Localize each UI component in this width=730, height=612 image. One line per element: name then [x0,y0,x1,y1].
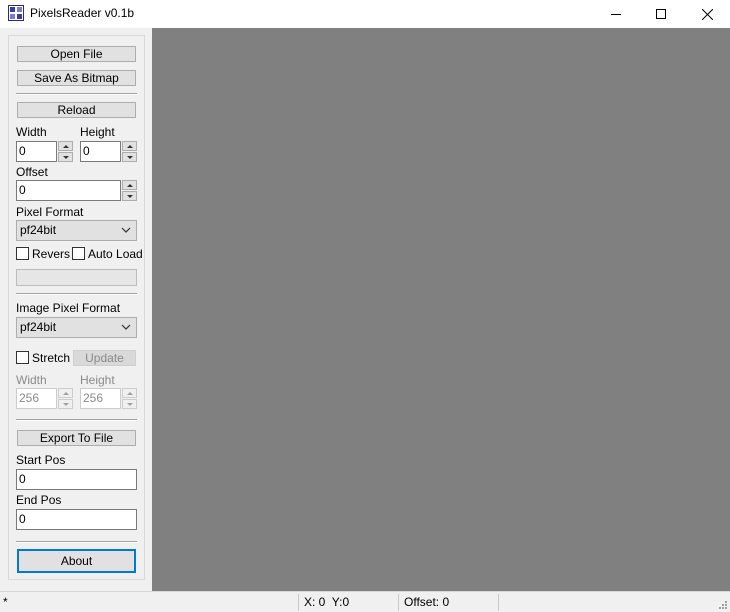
offset-spinner[interactable] [122,180,137,201]
width-spinner[interactable] [58,141,73,162]
image-pixel-format-value: pf24bit [20,320,57,334]
app-grid-icon [8,5,24,21]
window-title: PixelsReader v0.1b [30,6,135,20]
spin-up-icon[interactable] [122,180,137,190]
status-divider [398,594,399,611]
status-divider [498,594,499,611]
spin-up-icon[interactable] [122,388,137,398]
minimize-button[interactable] [593,0,639,28]
spin-down-icon[interactable] [58,399,73,409]
image-pixel-format-label: Image Pixel Format [16,301,121,315]
spin-up-icon[interactable] [58,141,73,151]
height-label: Height [80,125,115,139]
spin-up-icon[interactable] [58,388,73,398]
title-bar: PixelsReader v0.1b [0,0,730,28]
divider [16,419,137,421]
minimize-icon [611,14,621,15]
status-offset: Offset: 0 [404,595,450,609]
spin-up-icon[interactable] [122,141,137,151]
spin-down-icon[interactable] [122,191,137,201]
status-coords: X: 0 Y:0 [304,595,350,609]
spin-down-icon[interactable] [58,152,73,162]
start-pos-label: Start Pos [16,453,66,467]
progress-bar [16,269,137,286]
pixel-format-select[interactable]: pf24bit [16,220,137,241]
image-height-input[interactable]: 256 [80,388,121,409]
image-width-label: Width [16,373,47,387]
divider [16,93,137,95]
start-pos-input[interactable]: 0 [16,469,137,490]
divider [16,541,137,543]
stretch-label: Stretch [32,351,71,365]
chevron-down-icon [121,324,131,330]
image-height-spinner[interactable] [122,388,137,409]
spin-down-icon[interactable] [122,152,137,162]
revers-checkbox[interactable] [16,247,29,260]
pixel-format-label: Pixel Format [16,205,84,219]
maximize-icon [656,9,666,19]
status-bar: * X: 0 Y:0 Offset: 0 [0,591,730,612]
update-button[interactable]: Update [73,350,136,366]
auto-load-checkbox[interactable] [72,247,85,260]
reload-button[interactable]: Reload [17,102,136,118]
divider [16,293,137,295]
close-button[interactable] [684,0,730,28]
pixel-format-value: pf24bit [20,223,57,237]
save-as-bitmap-button[interactable]: Save As Bitmap [17,70,136,86]
width-input[interactable]: 0 [16,141,57,162]
stretch-checkbox[interactable] [16,351,29,364]
height-input[interactable]: 0 [80,141,121,162]
height-spinner[interactable] [122,141,137,162]
export-to-file-button[interactable]: Export To File [17,430,136,446]
about-button[interactable]: About [17,549,136,573]
image-height-label: Height [80,373,115,387]
image-width-spinner[interactable] [58,388,73,409]
client-area: Open File Save As Bitmap Reload Width He… [0,28,730,591]
image-canvas[interactable] [152,28,730,591]
spin-down-icon[interactable] [122,399,137,409]
width-label: Width [16,125,47,139]
image-pixel-format-select[interactable]: pf24bit [16,317,137,338]
chevron-down-icon [121,227,131,233]
offset-input[interactable]: 0 [16,180,121,201]
end-pos-label: End Pos [16,493,62,507]
status-divider [298,594,299,611]
auto-load-label: Auto Load [88,247,143,261]
resize-grip-icon[interactable] [718,600,728,610]
end-pos-input[interactable]: 0 [16,509,137,530]
status-left: * [3,595,8,609]
revers-label: Revers [32,247,71,261]
open-file-button[interactable]: Open File [17,46,136,62]
image-width-input[interactable]: 256 [16,388,57,409]
maximize-button[interactable] [638,0,684,28]
offset-label: Offset [16,165,48,179]
close-icon [701,8,713,20]
